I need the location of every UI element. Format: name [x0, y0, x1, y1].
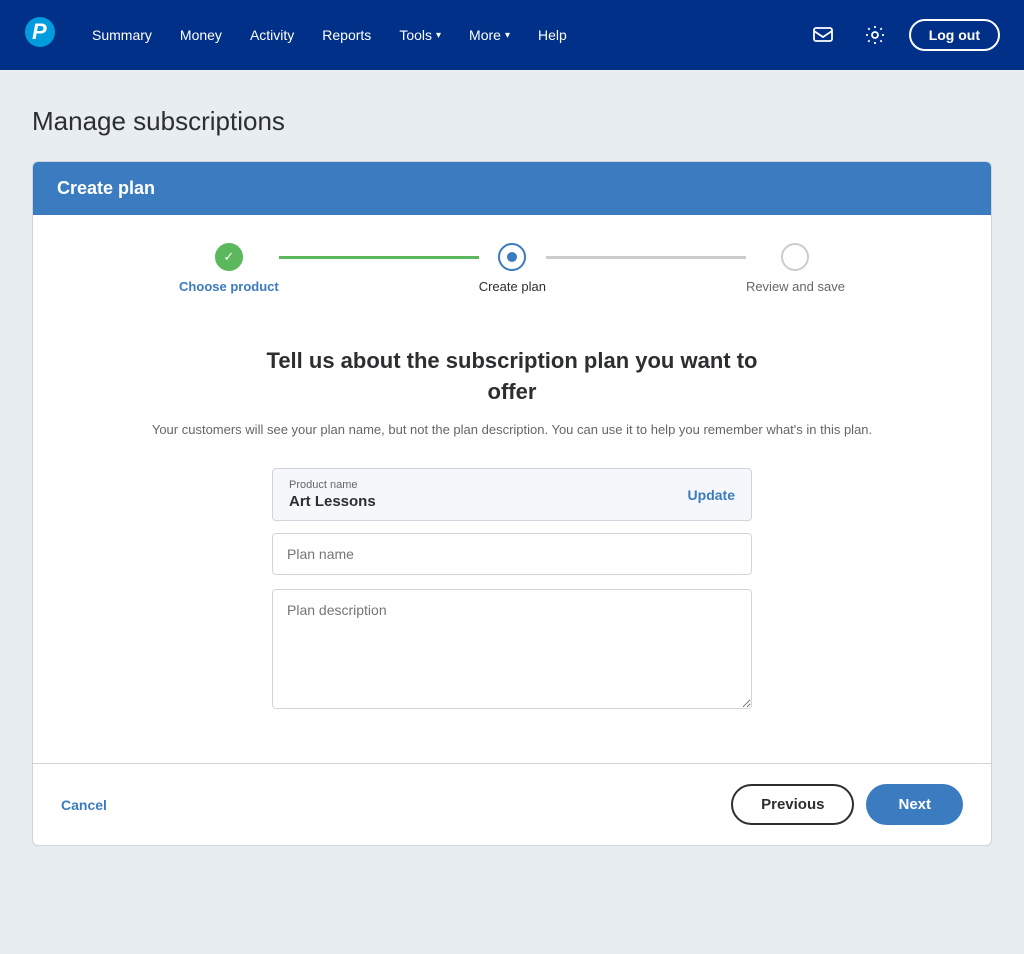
nav-links: Summary Money Activity Reports Tools ▾ M… — [80, 19, 797, 51]
svg-text:P: P — [32, 19, 47, 44]
nav-reports[interactable]: Reports — [310, 19, 383, 51]
plan-name-input[interactable] — [272, 533, 752, 575]
create-plan-card: Create plan ✓ Choose product Create plan — [32, 161, 992, 846]
step3-circle — [781, 243, 809, 271]
form-subtext: Your customers will see your plan name, … — [73, 420, 951, 441]
nav-activity[interactable]: Activity — [238, 19, 306, 51]
card-header-title: Create plan — [57, 178, 155, 198]
update-link[interactable]: Update — [688, 487, 735, 503]
step2-inner — [507, 252, 517, 262]
nav-tools[interactable]: Tools ▾ — [387, 19, 453, 51]
nav-summary[interactable]: Summary — [80, 19, 164, 51]
stepper-line-1 — [279, 256, 479, 259]
card-header: Create plan — [33, 162, 991, 215]
stepper: ✓ Choose product Create plan Review and … — [33, 215, 991, 314]
cancel-button[interactable]: Cancel — [61, 797, 107, 813]
navbar: P Summary Money Activity Reports Tools ▾… — [0, 0, 1024, 70]
next-button[interactable]: Next — [866, 784, 963, 825]
logout-button[interactable]: Log out — [909, 19, 1000, 51]
step1-label: Choose product — [179, 279, 279, 294]
main-container: Manage subscriptions Create plan ✓ Choos… — [12, 70, 1012, 886]
nav-help[interactable]: Help — [526, 19, 579, 51]
previous-button[interactable]: Previous — [731, 784, 854, 825]
step2-circle — [498, 243, 526, 271]
step3-label: Review and save — [746, 279, 845, 294]
paypal-logo: P — [24, 16, 56, 55]
messages-icon-button[interactable] — [805, 17, 841, 53]
step1-circle: ✓ — [215, 243, 243, 271]
more-chevron-icon: ▾ — [505, 30, 510, 41]
product-name-label: Product name — [289, 479, 376, 491]
footer-right-actions: Previous Next — [731, 784, 963, 825]
nav-money[interactable]: Money — [168, 19, 234, 51]
nav-right-actions: Log out — [805, 17, 1000, 53]
step2-label: Create plan — [479, 279, 546, 294]
plan-description-input[interactable] — [272, 589, 752, 709]
step-create-plan: Create plan — [479, 243, 546, 294]
page-title: Manage subscriptions — [32, 106, 992, 137]
settings-icon-button[interactable] — [857, 17, 893, 53]
product-name-info: Product name Art Lessons — [289, 479, 376, 510]
form-heading: Tell us about the subscription plan you … — [73, 346, 951, 408]
step-review-save: Review and save — [746, 243, 845, 294]
form-section: Tell us about the subscription plan you … — [33, 314, 991, 763]
product-name-value: Art Lessons — [289, 493, 376, 510]
product-name-box: Product name Art Lessons Update — [272, 468, 752, 521]
stepper-line-2 — [546, 256, 746, 259]
tools-chevron-icon: ▾ — [436, 30, 441, 41]
card-footer: Cancel Previous Next — [33, 763, 991, 845]
nav-more[interactable]: More ▾ — [457, 19, 522, 51]
step-choose-product: ✓ Choose product — [179, 243, 279, 294]
